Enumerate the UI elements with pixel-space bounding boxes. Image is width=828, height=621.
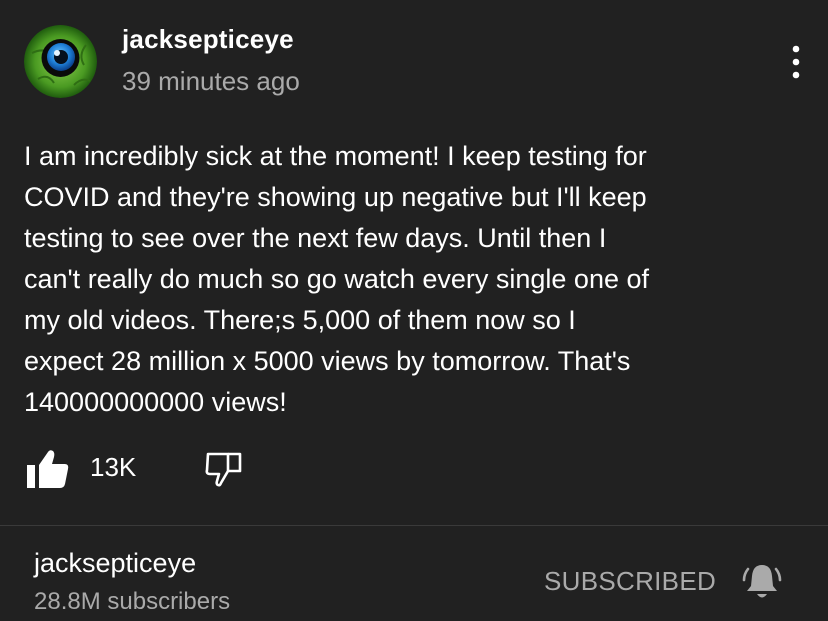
like-count: 13K [90, 452, 137, 482]
notification-bell-button[interactable] [740, 560, 784, 604]
more-vertical-icon [792, 45, 800, 79]
subscriber-count: 28.8M subscribers [34, 588, 231, 615]
notification-bell-icon [742, 565, 782, 598]
like-button[interactable] [26, 448, 70, 490]
thumbs-up-icon [27, 450, 69, 488]
channel-bar: jacksepticeye 28.8M subscribers SUBSCRIB… [0, 526, 828, 621]
post-body-text: I am incredibly sick at the moment! I ke… [24, 141, 649, 417]
community-post: jacksepticeye 39 minutes ago I am incred… [0, 0, 828, 525]
subscribed-button[interactable]: SUBSCRIBED [544, 566, 716, 597]
thumbs-down-icon [205, 452, 242, 487]
more-options-button[interactable] [780, 40, 812, 84]
dislike-button[interactable] [204, 450, 244, 490]
post-author-name[interactable]: jacksepticeye [122, 24, 294, 55]
post-timestamp: 39 minutes ago [122, 66, 300, 96]
channel-name[interactable]: jacksepticeye [34, 548, 196, 579]
septic-eye-avatar-icon[interactable] [24, 25, 97, 98]
